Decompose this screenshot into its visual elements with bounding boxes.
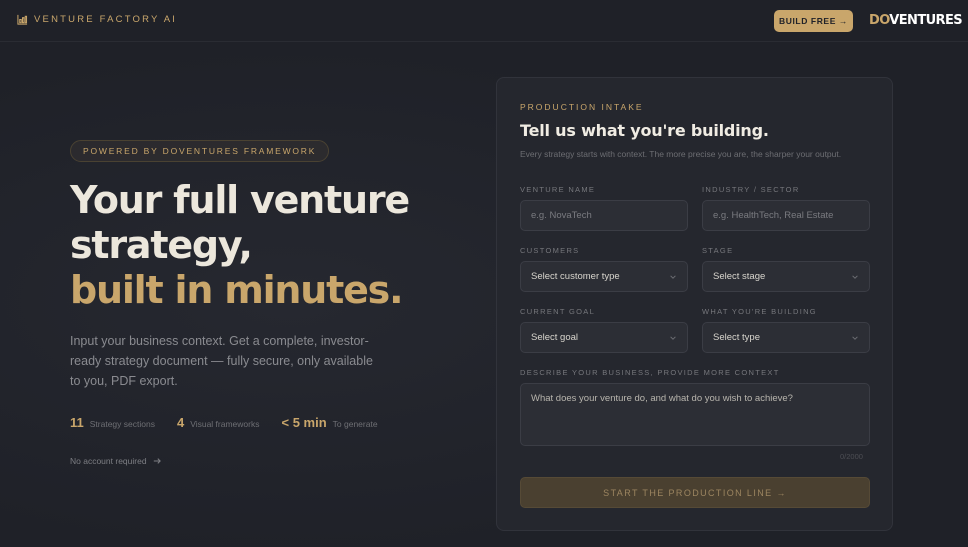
stat-sections: 11 Strategy sections <box>70 415 155 430</box>
no-account-text: No account required <box>70 456 147 466</box>
logo-do: DO <box>869 13 890 28</box>
form-eyebrow: PRODUCTION INTAKE <box>520 102 644 112</box>
stat-number: < 5 min <box>281 415 327 430</box>
logo-rest: VENTURES <box>889 13 962 28</box>
chevron-down-icon <box>670 335 676 340</box>
stat-time: < 5 min To generate <box>281 415 377 430</box>
build-free-button[interactable]: BUILD FREE → <box>774 10 853 32</box>
stage-value: Select stage <box>713 271 766 282</box>
chevron-down-icon <box>852 274 858 279</box>
arrow-right-icon <box>153 458 161 464</box>
hero-headline: Your full venture strategy, built in min… <box>70 178 450 313</box>
hero-line-3: built in minutes. <box>70 268 404 312</box>
stage-select[interactable]: Select stage <box>702 261 870 292</box>
industry-input[interactable] <box>702 200 870 231</box>
form-description: Every strategy starts with context. The … <box>520 149 842 159</box>
customers-label: CUSTOMERS <box>520 246 580 255</box>
building-type-select[interactable]: Select type <box>702 322 870 353</box>
stat-label: Visual frameworks <box>190 419 260 429</box>
character-counter: 0/2000 <box>840 452 863 461</box>
brand-name: VENTURE FACTORY AI <box>34 14 178 25</box>
building-value: Select type <box>713 332 760 343</box>
customers-value: Select customer type <box>531 271 620 282</box>
intake-form-card: PRODUCTION INTAKE Tell us what you're bu… <box>496 77 893 531</box>
chevron-down-icon <box>670 274 676 279</box>
goal-value: Select goal <box>531 332 579 343</box>
stat-number: 4 <box>176 415 185 430</box>
form-title: Tell us what you're building. <box>520 121 769 140</box>
context-textarea[interactable] <box>520 383 870 446</box>
stat-label: Strategy sections <box>89 419 155 429</box>
stat-label: To generate <box>332 419 378 429</box>
building-label: WHAT YOU'RE BUILDING <box>702 307 817 316</box>
customers-select[interactable]: Select customer type <box>520 261 688 292</box>
doventures-logo[interactable]: DOVENTURES <box>869 13 963 28</box>
hero-line-2: strategy, <box>70 223 253 267</box>
start-production-button[interactable]: START THE PRODUCTION LINE → <box>520 477 870 508</box>
hero-subtext: Input your business context. Get a compl… <box>70 334 373 388</box>
no-account-link[interactable]: No account required <box>70 456 161 466</box>
bar-chart-icon <box>17 14 28 25</box>
goal-label: CURRENT GOAL <box>520 307 596 316</box>
powered-by-pill: POWERED BY DOVENTURES FRAMEWORK <box>70 140 330 162</box>
venture-name-label: VENTURE NAME <box>520 185 596 194</box>
goal-select[interactable]: Select goal <box>520 322 688 353</box>
context-label: DESCRIBE YOUR BUSINESS, PROVIDE MORE CON… <box>520 368 780 377</box>
top-bar: VENTURE FACTORY AI BUILD FREE → DOVENTUR… <box>0 0 968 42</box>
stat-number: 11 <box>70 415 84 430</box>
industry-label: INDUSTRY / SECTOR <box>702 185 800 194</box>
brand[interactable]: VENTURE FACTORY AI <box>17 14 177 25</box>
hero-line-1: Your full venture <box>70 178 410 222</box>
stage-label: STAGE <box>702 246 734 255</box>
chevron-down-icon <box>852 335 858 340</box>
stats-row: 11 Strategy sections 4 Visual frameworks… <box>70 415 400 430</box>
venture-name-input[interactable] <box>520 200 688 231</box>
stat-frameworks: 4 Visual frameworks <box>177 415 260 430</box>
